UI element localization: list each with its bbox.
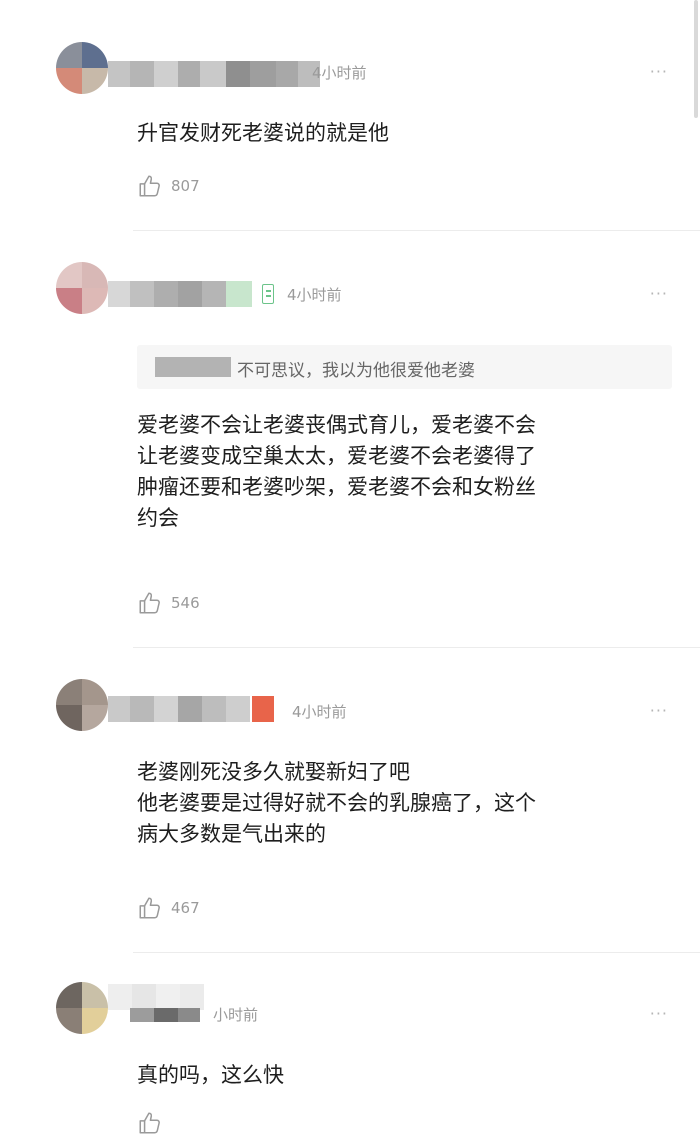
- quoted-text: 不可思议，我以为他很爱他老婆: [237, 361, 475, 381]
- thumbs-up-icon: [139, 1112, 160, 1134]
- username-blurred[interactable]: [108, 696, 250, 722]
- comment-time: 4小时前: [292, 703, 347, 721]
- divider: [133, 952, 700, 953]
- comment-time: 4小时前: [312, 64, 367, 82]
- scrollbar[interactable]: [694, 0, 698, 118]
- comment-text: 爱老婆不会让老婆丧偶式育儿，爱老婆不会 让老婆变成空巢太太，爱老婆不会老婆得了 …: [137, 413, 536, 530]
- comment-time: 4小时前: [287, 286, 342, 304]
- like-count: 546: [171, 594, 200, 612]
- comment-text: 升官发财死老婆说的就是他: [137, 121, 389, 145]
- thumbs-up-icon: [139, 175, 160, 197]
- like-count: 807: [171, 177, 200, 195]
- avatar[interactable]: [56, 42, 108, 94]
- avatar[interactable]: [56, 262, 108, 314]
- more-dots-icon[interactable]: ···: [650, 1004, 668, 1023]
- quoted-reply[interactable]: 不可思议，我以为他很爱他老婆: [137, 345, 672, 389]
- like-button[interactable]: 467: [137, 895, 200, 921]
- divider: [133, 647, 700, 648]
- comment-text: 老婆刚死没多久就娶新妇了吧 他老婆要是过得好就不会的乳腺癌了，这个 病大多数是气…: [137, 760, 536, 846]
- username-blurred-lower: [130, 1008, 200, 1022]
- like-button[interactable]: 546: [137, 590, 200, 616]
- avatar[interactable]: [56, 982, 108, 1034]
- more-dots-icon[interactable]: ···: [650, 701, 668, 720]
- quoted-username-blurred: [155, 357, 231, 377]
- user-tag: [252, 696, 274, 722]
- more-dots-icon[interactable]: ···: [650, 284, 668, 303]
- comment-text: 真的吗，这么快: [137, 1063, 284, 1087]
- username-blurred[interactable]: [108, 61, 320, 87]
- like-button[interactable]: [137, 1110, 163, 1136]
- level-badge-icon: [262, 284, 274, 304]
- comment-time: 小时前: [213, 1006, 259, 1024]
- username-blurred[interactable]: [108, 281, 252, 307]
- thumbs-up-icon: [139, 897, 160, 919]
- like-count: 467: [171, 899, 200, 917]
- avatar[interactable]: [56, 679, 108, 731]
- thumbs-up-icon: [139, 592, 160, 614]
- divider: [133, 230, 700, 231]
- username-blurred[interactable]: [108, 984, 204, 1010]
- more-dots-icon[interactable]: ···: [650, 62, 668, 81]
- like-button[interactable]: 807: [137, 173, 200, 199]
